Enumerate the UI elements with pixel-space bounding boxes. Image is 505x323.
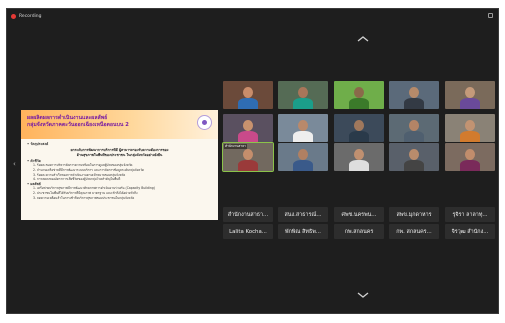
participant-face	[465, 120, 475, 131]
participant-face	[465, 87, 475, 98]
slide-title-line1: ผลผลิตผลการดำเนินงานและผลลัพธ์	[27, 115, 108, 121]
recording-indicator-icon	[11, 13, 16, 19]
participant-face	[298, 120, 308, 131]
participant-face	[354, 149, 364, 160]
participant-figure	[460, 98, 480, 109]
participant-face	[409, 149, 419, 160]
slide-prev-button[interactable]: ‹	[13, 160, 17, 168]
participant-name-tile[interactable]: พักพิณ สิทธิพ...	[278, 224, 328, 239]
slide-body: • วัตถุประสงค์ยกระดับการพัฒนาการบริการที…	[21, 139, 218, 203]
participant-figure	[404, 131, 424, 142]
participant-name-tile[interactable]: รุจิรา ลาลาทุ...	[445, 207, 495, 222]
participant-name-tile[interactable]: ศพช.นครพน...	[334, 207, 384, 222]
participant-figure	[238, 131, 258, 142]
participant-name-tile[interactable]: สนง.สาธารณ์...	[278, 207, 328, 222]
participant-figure	[349, 98, 369, 109]
participant-face	[298, 149, 308, 160]
participant-figure	[293, 131, 313, 142]
speaker-name-tag: สำนักงานสาธา	[224, 144, 247, 149]
scroll-down-button[interactable]	[356, 285, 370, 299]
participant-figure	[404, 160, 424, 171]
participant-video-tile[interactable]	[223, 81, 273, 109]
participant-face	[298, 87, 308, 98]
slide-text-line: ด้านสุขภาพในพื้นที่ของประชาชน ในกลุ่มจัง…	[76, 153, 163, 158]
participant-figure	[460, 160, 480, 171]
participant-video-tile[interactable]	[278, 81, 328, 109]
participant-face	[409, 87, 419, 98]
participant-figure	[238, 160, 258, 171]
participant-name-tile[interactable]: Lalita Kocha...	[223, 224, 273, 239]
participant-face	[243, 149, 253, 160]
participant-video-tile[interactable]	[445, 114, 495, 142]
participant-figure	[293, 160, 313, 171]
participant-figure	[349, 131, 369, 142]
slide-text-line: ยกระดับการพัฒนาการบริการที่ดี ผู้สามารถร…	[70, 147, 169, 152]
participant-name-tile[interactable]: สำนักงานสาธา...	[223, 207, 273, 222]
scroll-up-button[interactable]	[356, 29, 370, 43]
slide-title-line2: กลุ่มจังหวัดภาคตะวันออกเฉียงเหนือตอนบน 2	[27, 122, 129, 128]
chevron-up-icon	[357, 36, 369, 42]
participant-name-tile[interactable]: กพ.สกลนคร	[334, 224, 384, 239]
participant-name-tile[interactable]: กพ. สกลนคร...	[389, 224, 439, 239]
top-bar: Recording	[7, 9, 498, 23]
shared-screen-slide: ผลผลิตผลการดำเนินงานและผลลัพธ์ กลุ่มจังห…	[21, 110, 218, 220]
recording-label: Recording	[19, 13, 42, 19]
participant-face	[409, 120, 419, 131]
participant-video-tile[interactable]	[223, 114, 273, 142]
slide-text-line: • วัตถุประสงค์	[27, 142, 49, 146]
slide-text-line: 3. ลดความเหลื่อมล้ำในการเข้าถึงบริการสุข…	[33, 195, 135, 200]
participant-figure	[404, 98, 424, 109]
participant-face	[354, 87, 364, 98]
participant-video-tile[interactable]	[278, 143, 328, 171]
participant-figure	[460, 131, 480, 142]
participant-video-tile[interactable]	[389, 143, 439, 171]
ministry-logo-icon	[197, 115, 212, 130]
chevron-down-icon	[357, 292, 369, 298]
participant-figure	[349, 160, 369, 171]
participant-video-tile[interactable]	[389, 114, 439, 142]
participant-video-tile[interactable]	[334, 143, 384, 171]
participant-face	[243, 87, 253, 98]
slide-header: ผลผลิตผลการดำเนินงานและผลลัพธ์ กลุ่มจังห…	[21, 110, 218, 139]
participant-figure	[238, 98, 258, 109]
participant-figure	[293, 98, 313, 109]
participant-video-tile[interactable]	[445, 143, 495, 171]
participant-face	[243, 120, 253, 131]
meeting-window: Recording ‹ › ผลผลิตผลการดำเนินงานและผลล…	[6, 8, 499, 314]
participant-video-tile[interactable]	[278, 114, 328, 142]
participant-video-tile[interactable]	[334, 81, 384, 109]
participant-name-tile[interactable]: จิรวุฒ สำนักง...	[445, 224, 495, 239]
participant-video-tile[interactable]	[389, 81, 439, 109]
participant-face	[465, 149, 475, 160]
participant-video-tile[interactable]: สำนักงานสาธา	[222, 142, 274, 172]
participant-video-tile[interactable]	[445, 81, 495, 109]
participant-face	[354, 120, 364, 131]
window-view-icon[interactable]	[488, 13, 493, 18]
participant-video-tile[interactable]	[334, 114, 384, 142]
participant-name-tile[interactable]: สพข.มุกดาหาร	[389, 207, 439, 222]
